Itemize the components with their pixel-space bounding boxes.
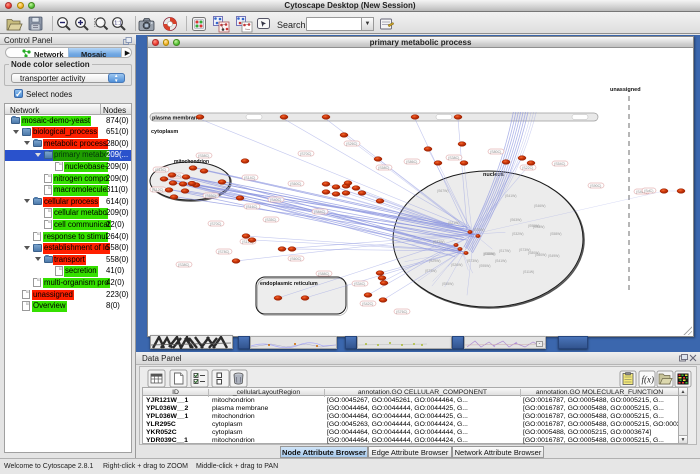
svg-text:(S95W): (S95W) [533,225,545,229]
svg-text:(S70C): (S70C) [210,222,221,226]
svg-text:(S78C): (S78C) [218,250,229,254]
svg-text:(S38C): (S38C) [178,263,189,267]
svg-text:cytoplasm: cytoplasm [151,129,178,135]
svg-text:(S11W): (S11W) [523,270,534,274]
svg-text:(S78W): (S78W) [483,252,495,256]
svg-text:(S15C): (S15C) [155,168,166,172]
svg-text:(S70C): (S70C) [300,152,311,156]
svg-text:(S58C): (S58C) [198,154,209,158]
svg-text:(S67W): (S67W) [437,189,449,193]
svg-text:(S40C): (S40C) [270,198,281,202]
svg-text:mitochondrion: mitochondrion [174,159,209,165]
svg-text:(S73W): (S73W) [467,259,479,263]
svg-text:(S60C): (S60C) [290,182,301,186]
svg-text:1:1: 1:1 [114,20,122,26]
svg-text:(S88C): (S88C) [318,272,329,276]
svg-text:(S35C): (S35C) [265,218,276,222]
svg-text:(S55W): (S55W) [442,282,454,286]
svg-text:(S21W): (S21W) [448,221,460,225]
svg-text:(S26W): (S26W) [451,263,463,267]
svg-text:(S65C): (S65C) [205,194,216,198]
svg-text:(S14C): (S14C) [244,176,255,180]
svg-text:(S41W): (S41W) [495,259,507,263]
svg-text:(S34C): (S34C) [354,282,365,286]
svg-text:(S80W): (S80W) [528,251,540,255]
svg-text:(S58W): (S58W) [550,232,562,236]
svg-text:(S84C): (S84C) [314,210,325,214]
svg-text:(S60C): (S60C) [290,257,301,261]
svg-text:(S43W): (S43W) [433,240,445,244]
svg-text:(S32W): (S32W) [512,232,524,236]
svg-text:(S75W): (S75W) [473,228,485,232]
svg-text:(S16C): (S16C) [246,205,257,209]
svg-text:(S86C): (S86C) [406,160,417,164]
svg-text:(S26C): (S26C) [346,142,357,146]
svg-text:(S12C): (S12C) [152,188,163,192]
svg-text:endoplasmic reticulum: endoplasmic reticulum [260,281,318,287]
svg-text:(S49W): (S49W) [548,254,560,258]
svg-text:(S29W): (S29W) [429,259,441,263]
svg-text:(S63W): (S63W) [510,218,522,222]
svg-text:unassigned: unassigned [610,87,641,93]
svg-text:(S38C): (S38C) [448,156,459,160]
svg-text:(S73W): (S73W) [425,269,437,273]
svg-text:(S80C): (S80C) [490,150,501,154]
svg-text:(S42C): (S42C) [362,302,373,306]
svg-text:(S58C): (S58C) [378,166,389,170]
svg-text:(SdC): (SdC) [644,189,653,193]
svg-text:(S41W): (S41W) [505,194,517,198]
svg-text:(S54C): (S54C) [554,162,565,166]
svg-text:(S46W): (S46W) [534,204,546,208]
svg-text:(S90C): (S90C) [590,184,601,188]
svg-text:plasma membrane: plasma membrane [152,116,200,122]
svg-text:(S17W): (S17W) [499,249,511,253]
svg-text:f(x): f(x) [642,375,655,385]
svg-text:(S22C): (S22C) [522,166,533,170]
svg-text:(S76C): (S76C) [396,310,407,314]
svg-text:(S95W): (S95W) [479,264,491,268]
